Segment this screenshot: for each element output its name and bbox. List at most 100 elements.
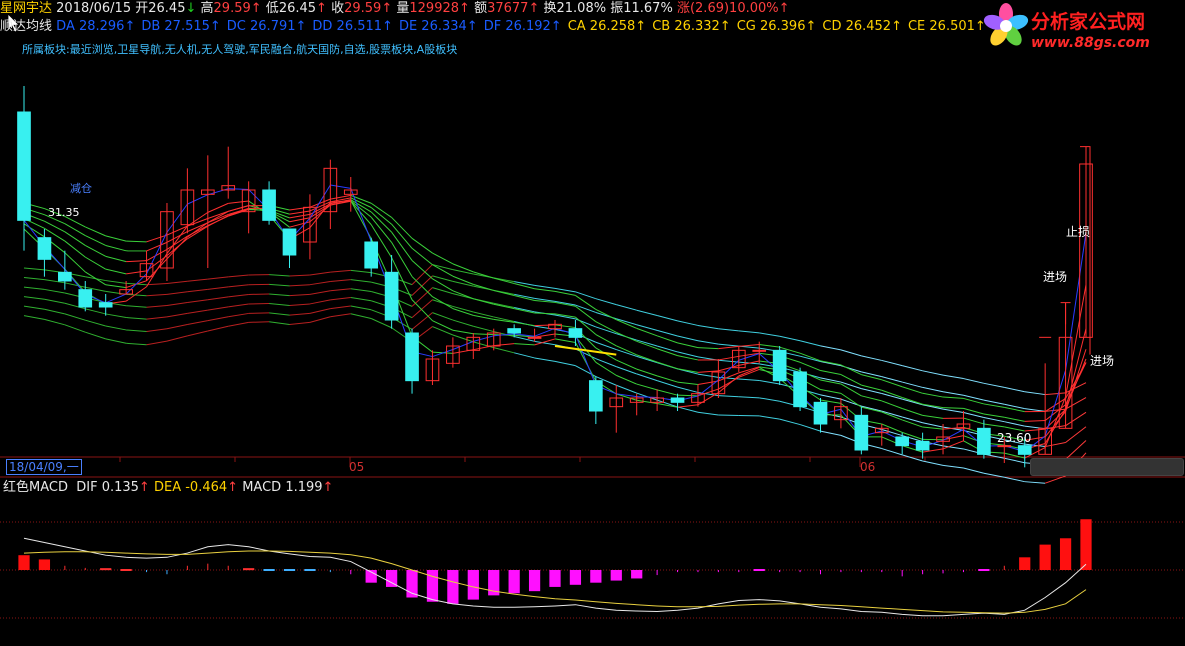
stop-loss-label: 止损: [1066, 225, 1091, 239]
long-ma-line-20: [677, 406, 699, 413]
long-ma-line-28: [636, 355, 658, 364]
close-label: 收: [331, 1, 345, 16]
short-ma-line-13: [126, 240, 147, 243]
macd-histogram-bar: [590, 570, 602, 583]
long-ma-line-28: [350, 297, 372, 302]
long-ma-line-28: [922, 422, 944, 428]
indicator-values: 顺达均线 DA 28.296↑ DB 27.515↑ DC 26.791↑ DD 26…: [0, 19, 1014, 35]
long-ma-line-32: [228, 293, 249, 298]
short-ma-line-13: [677, 342, 699, 349]
short-ma-line-5: [64, 252, 86, 273]
long-ma-line-32: [289, 293, 310, 297]
short-ma-line-13: [105, 235, 127, 242]
short-ma-line-5: [23, 223, 45, 238]
macd-name[interactable]: 红色MACD: [3, 480, 68, 495]
long-ma-line-32: [718, 359, 739, 363]
long-ma-line-40: [289, 274, 310, 277]
logo-url: www.88gs.com: [1031, 35, 1150, 51]
long-ma-line-24: [432, 312, 454, 321]
short-ma-line-11: [820, 370, 842, 376]
long-ma-line-32: [44, 288, 65, 294]
long-ma-line-32: [330, 288, 351, 292]
short-ma-line-5: [677, 394, 698, 397]
main-chart[interactable]: [0, 0, 1185, 646]
short-ma-line-9: [534, 312, 556, 315]
macd-histogram-bar: [753, 569, 765, 571]
long-ma-line-28: [166, 312, 188, 318]
low-price-label: 23.60: [997, 431, 1032, 445]
indicator-item-dc: DC 26.791↑: [226, 19, 307, 34]
long-ma-line-20: [799, 424, 821, 432]
indicator-name[interactable]: 顺达均线: [0, 19, 52, 34]
long-ma-line-20: [289, 321, 310, 325]
candle-body: [507, 328, 521, 334]
short-ma-line-5: [350, 200, 372, 225]
candle-body: [793, 371, 807, 408]
macd-label: MACD: [242, 480, 282, 495]
short-ma-line-3: [228, 200, 249, 204]
short-ma-line-13: [922, 392, 944, 398]
long-ma-line-40: [187, 278, 208, 282]
short-ma-line-7: [514, 321, 535, 327]
long-ma-line-20: [616, 384, 637, 394]
short-ma-line-7: [554, 324, 576, 329]
long-ma-line-20: [309, 316, 331, 323]
short-ma-line-9: [289, 213, 311, 219]
enter-label-2: 进场: [1090, 354, 1115, 368]
macd-histogram-bar: [569, 570, 582, 585]
short-ma-line-13: [820, 360, 842, 366]
long-ma-line-40: [432, 264, 454, 271]
amplitude-label: 振: [610, 1, 624, 16]
long-ma-line-28: [595, 341, 617, 351]
long-ma-line-20: [166, 335, 188, 342]
horizontal-scrollbar[interactable]: [1030, 458, 1184, 476]
macd-histogram-bar: [38, 559, 51, 570]
short-ma-line-9: [983, 423, 1005, 428]
long-ma-line-40: [922, 370, 944, 376]
long-ma-line-24: [677, 386, 699, 393]
long-ma-line-20: [228, 321, 249, 327]
long-ma-line-32: [146, 304, 168, 308]
long-ma-line-40: [23, 267, 45, 271]
short-ma-line-11: [983, 413, 1005, 418]
short-ma-line-9: [105, 255, 127, 263]
long-ma-line-20: [248, 321, 270, 323]
long-ma-line-40: [799, 340, 821, 347]
candle-body: [282, 228, 297, 256]
long-ma-line-40: [963, 378, 984, 384]
long-ma-line-24: [207, 316, 229, 322]
short-ma-line-5: [452, 329, 474, 335]
short-ma-line-7: [902, 419, 923, 428]
short-ma-line-11: [1024, 420, 1046, 422]
long-ma-line-36: [718, 343, 739, 347]
long-ma-line-40: [534, 284, 556, 289]
long-ma-line-28: [126, 317, 147, 320]
short-ma-line-13: [983, 403, 1005, 408]
long-ma-line-40: [616, 304, 637, 311]
open-value: 26.45: [148, 1, 186, 16]
macd-histogram-bar: [243, 568, 255, 571]
long-ma-line-40: [656, 315, 678, 322]
long-ma-line-40: [636, 309, 658, 317]
macd-histogram-bar: [1019, 557, 1031, 570]
short-ma-line-5: [146, 258, 168, 282]
macd-histogram-bar: [283, 569, 296, 571]
long-ma-line-32: [126, 305, 147, 308]
long-ma-line-40: [718, 328, 739, 332]
short-ma-line-13: [738, 343, 760, 347]
long-ma-line-20: [85, 331, 106, 340]
candle-body: [364, 241, 379, 269]
indicator-items: DA 28.296↑ DB 27.515↑ DC 26.791↑ DD 26.511↑…: [56, 19, 1014, 34]
long-ma-line-28: [44, 298, 65, 304]
stop-loss-box: [1080, 146, 1091, 355]
short-ma-line-7: [187, 225, 209, 240]
short-ma-line-11: [452, 275, 474, 285]
short-ma-line-3: [493, 343, 515, 347]
change-value: (2.69)10.00%: [689, 1, 779, 16]
long-ma-line-40: [861, 355, 882, 361]
turnover-value: 21.08%: [556, 1, 607, 16]
dea-label: DEA: [153, 480, 182, 495]
short-ma-line-11: [718, 355, 739, 361]
short-ma-line-9: [595, 334, 617, 347]
long-ma-line-40: [942, 374, 964, 380]
